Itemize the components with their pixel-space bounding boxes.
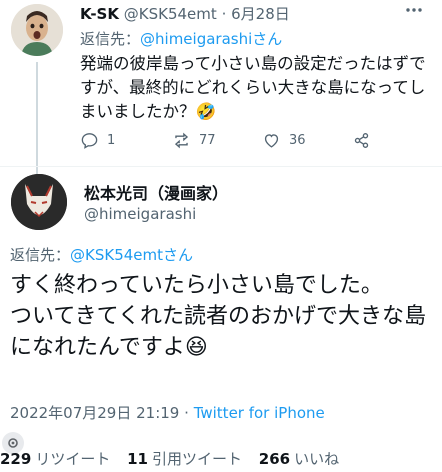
avatar[interactable] bbox=[11, 174, 67, 230]
tweet-text: すく終わっていたら小さい島でした。 ついてきてくれた読者のおかげで大きな島になれ… bbox=[10, 270, 434, 363]
quotes-count[interactable]: 11 bbox=[127, 450, 148, 468]
likes-label[interactable]: いいね bbox=[294, 450, 339, 468]
handle[interactable]: @KSK54emt bbox=[124, 5, 217, 23]
avatar[interactable] bbox=[11, 4, 63, 56]
like-count: 36 bbox=[289, 132, 306, 148]
like-button[interactable]: 36 bbox=[262, 129, 306, 151]
replying-label: 返信先： bbox=[80, 30, 141, 48]
tweet-date[interactable]: 6月28日 bbox=[231, 5, 290, 23]
reply-count: 1 bbox=[107, 132, 116, 148]
likes-count[interactable]: 266 bbox=[259, 450, 290, 468]
replying-to-link[interactable]: @KSK54emtさん bbox=[70, 246, 193, 264]
separator: · bbox=[184, 404, 189, 422]
retweets-count[interactable]: 229 bbox=[0, 450, 31, 468]
replying-label: 返信先： bbox=[10, 246, 71, 264]
tweet-text: 発端の彼岸島って小さい島の設定だったはずですが、最終的にどれくらい大きな島になっ… bbox=[80, 54, 426, 121]
more-icon[interactable] bbox=[404, 0, 424, 25]
reply-icon bbox=[81, 132, 98, 149]
heart-icon bbox=[264, 133, 279, 148]
handle[interactable]: @himeigarashi bbox=[84, 205, 196, 223]
tweet-paragraph: すく終わっていたら小さい島でした。 bbox=[10, 273, 383, 298]
separator: · bbox=[221, 5, 227, 23]
replying-to: 返信先：@KSK54emtさん bbox=[10, 244, 193, 265]
share-icon bbox=[354, 132, 369, 148]
replying-to-link[interactable]: @himeigarashiさん bbox=[140, 30, 282, 48]
tweet-timestamp[interactable]: 2022年07月29日 21:19 bbox=[10, 404, 179, 422]
client-link[interactable]: Twitter for iPhone bbox=[194, 404, 325, 422]
retweet-count: 77 bbox=[199, 132, 216, 148]
share-button[interactable] bbox=[352, 129, 371, 151]
replying-to: 返信先：@himeigarashiさん bbox=[80, 28, 282, 49]
thread-line bbox=[36, 62, 38, 174]
retweets-label[interactable]: リツイート bbox=[35, 450, 110, 468]
divider bbox=[0, 166, 442, 167]
reply-button[interactable]: 1 bbox=[80, 129, 115, 151]
retweet-icon bbox=[174, 132, 189, 148]
display-name[interactable]: 松本光司（漫画家） bbox=[84, 180, 228, 204]
tweet-header: K-SK @KSK54emt · 6月28日 bbox=[80, 3, 290, 24]
retweet-button[interactable]: 77 bbox=[172, 129, 216, 151]
engagement-stats: 229 リツイート 11 引用ツイート 266 いいね bbox=[0, 448, 351, 469]
display-name[interactable]: K-SK bbox=[80, 5, 119, 23]
quotes-label[interactable]: 引用ツイート bbox=[152, 450, 242, 468]
tweet-paragraph: ついてきてくれた読者のおかげで大きな島になれたんですよ😆 bbox=[10, 304, 427, 360]
tweet-meta: 2022年07月29日 21:19 · Twitter for iPhone bbox=[10, 402, 325, 423]
